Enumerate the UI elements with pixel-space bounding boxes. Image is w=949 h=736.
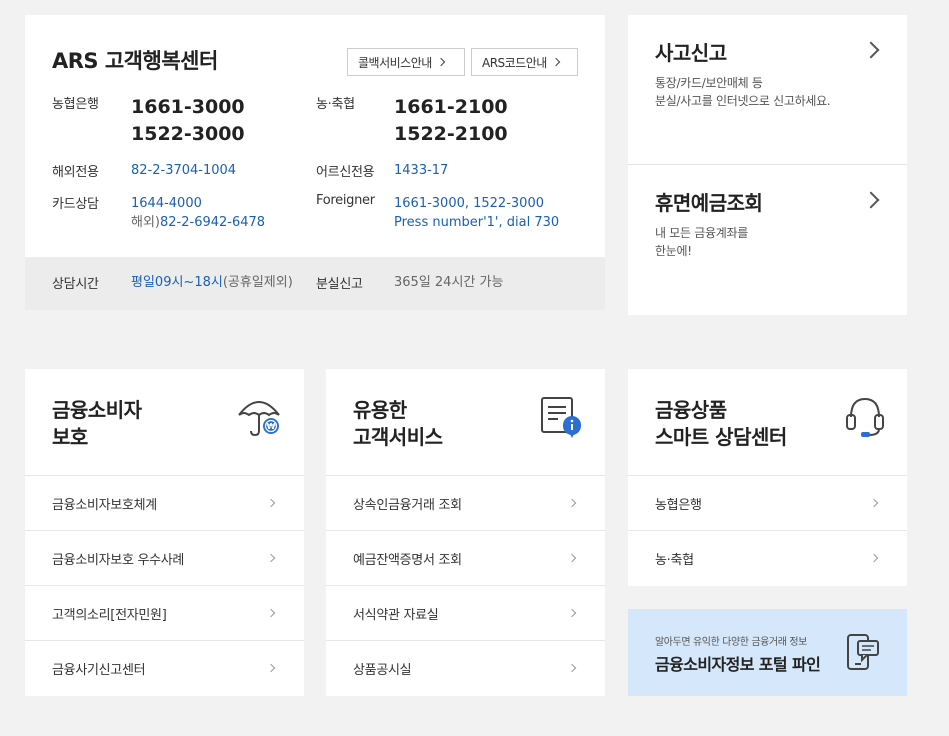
chevron-right-icon <box>567 553 577 563</box>
svg-text:₩: ₩ <box>267 422 276 431</box>
smart-title-line-1: 금융상품 <box>655 398 727 422</box>
coop-label: 농·축협 <box>316 97 355 112</box>
smart-consult-card: 금융상품 스마트 상담센터 농협은행 농·축협 <box>628 369 907 586</box>
hours-value: 평일09시~18시 <box>131 275 223 290</box>
list-item[interactable]: 금융소비자보호 우수사례 <box>25 531 304 586</box>
list-item-label: 농협은행 <box>655 497 702 513</box>
accident-title: 사고신고 <box>655 41 727 65</box>
callback-info-label: 콜백서비스안내 <box>358 55 432 70</box>
foreigner-label: Foreigner <box>316 193 375 208</box>
list-item-label: 금융소비자보호체계 <box>52 497 157 513</box>
coop-number-1: 1661-2100 <box>394 96 508 118</box>
list-item[interactable]: 농·축협 <box>628 531 907 586</box>
coop-number-2: 1522-2100 <box>394 123 508 145</box>
accident-report-card[interactable]: 사고신고 통장/카드/보안매체 등 분실/사고를 인터넷으로 신고하세요. <box>628 15 907 165</box>
list-item[interactable]: 서식약관 자료실 <box>326 586 605 641</box>
customer-service-header: 유용한 고객서비스 <box>326 369 605 476</box>
fine-portal-banner[interactable]: 알아두면 유익한 다양한 금융거래 정보 금융소비자정보 포털 파인 <box>628 609 907 696</box>
chevron-right-icon <box>862 191 880 209</box>
overseas-label: 해외전용 <box>52 165 99 180</box>
consumer-protection-title: 금융소비자 보호 <box>52 397 142 451</box>
chevron-right-icon <box>551 57 561 67</box>
foreigner-number[interactable]: 1661-3000, 1522-3000 <box>394 194 544 213</box>
ars-footer: 상담시간 평일09시~18시(공휴일제외) 분실신고 365일 24시간 가능 <box>25 257 605 310</box>
smart-consult-title: 금융상품 스마트 상담센터 <box>655 397 787 451</box>
hours-note: (공휴일제외) <box>222 275 293 290</box>
card-consult-label: 카드상담 <box>52 197 99 212</box>
list-item-label: 농·축협 <box>655 553 694 568</box>
list-item[interactable]: 금융사기신고센터 <box>25 641 304 696</box>
list-item-label: 고객의소리[전자민원] <box>52 607 167 623</box>
overseas-number[interactable]: 82-2-3704-1004 <box>131 161 236 180</box>
chevron-right-icon <box>869 553 879 563</box>
customer-service-card: 유용한 고객서비스 상속인금융거래 조회 예금잔액증명서 조회 서식약관 자료실… <box>326 369 605 696</box>
dormant-deposit-card[interactable]: 휴면예금조회 내 모든 금융계좌를 한눈에! <box>628 165 907 315</box>
list-item-label: 상속인금융거래 조회 <box>353 497 462 513</box>
service-title-line-1: 유용한 <box>353 398 407 422</box>
list-item[interactable]: 금융소비자보호체계 <box>25 476 304 531</box>
list-item[interactable]: 고객의소리[전자민원] <box>25 586 304 641</box>
card-overseas-prefix: 해외) <box>131 215 160 230</box>
ars-code-button[interactable]: ARS코드안내 <box>471 48 578 76</box>
lost-report-label: 분실신고 <box>316 277 363 292</box>
umbrella-icon: ₩ <box>236 395 282 441</box>
consumer-protection-card: 금융소비자 보호 ₩ 금융소비자보호체계 금융소비자보호 우수사례 고객의소리[… <box>25 369 304 696</box>
chevron-right-icon <box>266 498 276 508</box>
chevron-right-icon <box>567 498 577 508</box>
foreigner-note: Press number'1', dial 730 <box>394 215 560 230</box>
chevron-right-icon <box>436 57 446 67</box>
list-item-label: 상품공시실 <box>353 663 412 678</box>
chevron-right-icon <box>567 608 577 618</box>
chevron-right-icon <box>266 553 276 563</box>
portal-title: 금융소비자정보 포털 파인 <box>655 655 821 674</box>
nh-bank-label: 농협은행 <box>52 97 99 112</box>
chevron-right-icon <box>869 498 879 508</box>
list-item-label: 서식약관 자료실 <box>353 607 439 623</box>
consumer-protection-header: 금융소비자 보호 ₩ <box>25 369 304 476</box>
ars-code-label: ARS코드안내 <box>482 55 547 70</box>
accident-desc-2: 분실/사고를 인터넷으로 신고하세요. <box>655 94 831 108</box>
chevron-right-icon <box>266 663 276 673</box>
list-item[interactable]: 상속인금융거래 조회 <box>326 476 605 531</box>
list-item-label: 금융소비자보호 우수사례 <box>52 552 185 568</box>
chevron-right-icon <box>266 608 276 618</box>
dormant-desc-2: 한눈에! <box>655 244 692 258</box>
dormant-title: 휴면예금조회 <box>655 191 763 215</box>
senior-label: 어르신전용 <box>316 165 375 180</box>
card-consult-number[interactable]: 1644-4000 <box>131 194 202 213</box>
portal-subtitle: 알아두면 유익한 다양한 금융거래 정보 <box>655 637 807 648</box>
consumer-title-line-2: 보호 <box>52 425 88 449</box>
chevron-right-icon <box>862 41 880 59</box>
accident-desc-1: 통장/카드/보안매체 등 <box>655 76 763 90</box>
card-overseas-number[interactable]: 82-2-6942-6478 <box>160 215 265 230</box>
hours-line: 평일09시~18시(공휴일제외) <box>131 273 293 292</box>
nh-bank-number-2: 1522-3000 <box>131 123 245 145</box>
consumer-title-line-1: 금융소비자 <box>52 398 142 422</box>
list-item[interactable]: 상품공시실 <box>326 641 605 696</box>
callback-info-button[interactable]: 콜백서비스안내 <box>347 48 465 76</box>
senior-number[interactable]: 1433-17 <box>394 161 448 180</box>
list-item[interactable]: 농협은행 <box>628 476 907 531</box>
list-item-label: 금융사기신고센터 <box>52 663 146 678</box>
lost-report-value: 365일 24시간 가능 <box>394 275 504 290</box>
nh-bank-number-1: 1661-3000 <box>131 96 245 118</box>
dormant-desc-1: 내 모든 금융계좌를 <box>655 226 748 240</box>
customer-service-title: 유용한 고객서비스 <box>353 397 443 451</box>
hours-label: 상담시간 <box>52 277 99 292</box>
chevron-right-icon <box>567 663 577 673</box>
ars-center-card: ARS 고객행복센터 콜백서비스안내 ARS코드안내 농협은행 1661-300… <box>25 15 605 310</box>
list-item-label: 예금잔액증명서 조회 <box>353 552 462 568</box>
service-title-line-2: 고객서비스 <box>353 425 443 449</box>
list-item[interactable]: 예금잔액증명서 조회 <box>326 531 605 586</box>
ars-title: ARS 고객행복센터 <box>52 49 218 73</box>
document-info-icon <box>539 395 583 443</box>
smart-consult-header: 금융상품 스마트 상담센터 <box>628 369 907 476</box>
mobile-chat-icon <box>846 631 880 675</box>
headset-icon <box>845 395 885 443</box>
smart-title-line-2: 스마트 상담센터 <box>655 425 787 449</box>
card-overseas-line: 해외)82-2-6942-6478 <box>131 213 265 232</box>
